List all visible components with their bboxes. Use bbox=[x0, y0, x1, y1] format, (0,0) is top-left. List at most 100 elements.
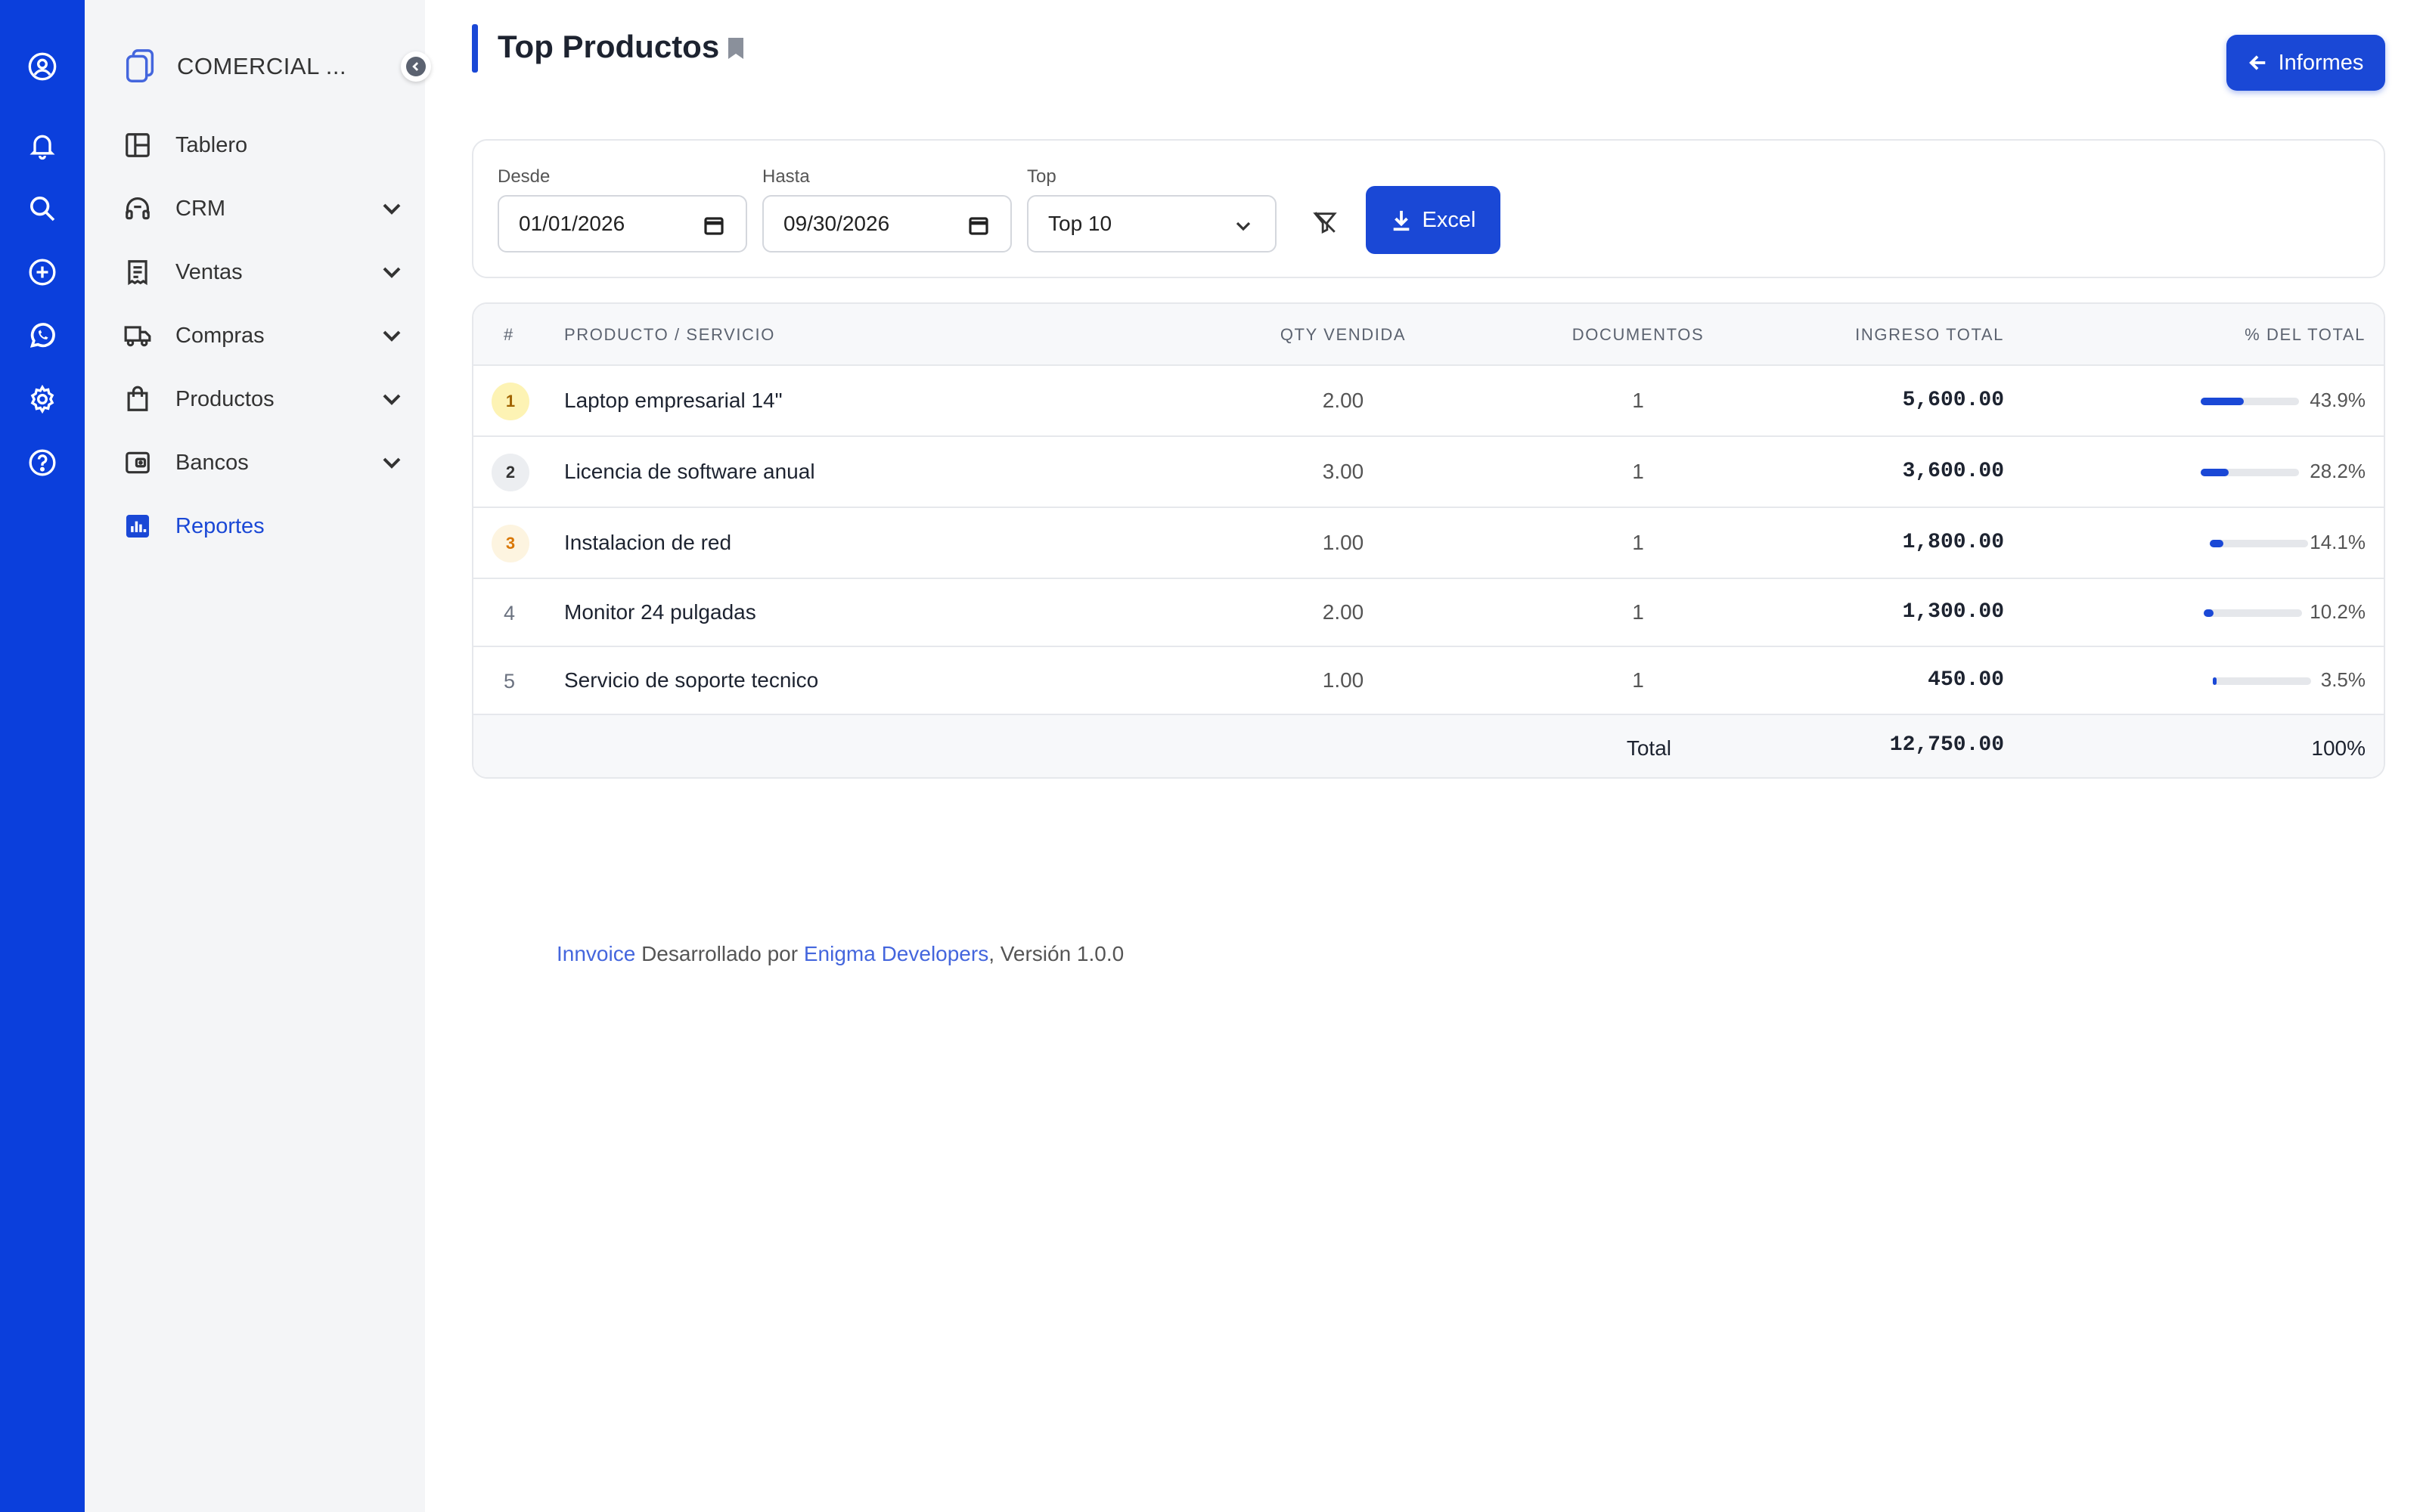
bell-icon[interactable] bbox=[23, 125, 62, 165]
sidebar-item-label: Productos bbox=[175, 386, 275, 411]
desde-label: Desde bbox=[498, 166, 551, 187]
dashboard-icon bbox=[123, 130, 153, 160]
brand-link[interactable]: Innvoice bbox=[557, 942, 635, 965]
shopping-bag-icon bbox=[123, 384, 153, 414]
pct-bar-fill bbox=[2204, 609, 2214, 617]
version-text: , Versión 1.0.0 bbox=[988, 942, 1125, 965]
top-select[interactable]: Top 10 bbox=[1027, 195, 1277, 253]
total-label: Total bbox=[1626, 736, 1671, 760]
whatsapp-icon[interactable] bbox=[23, 316, 62, 355]
gear-icon[interactable] bbox=[23, 380, 62, 419]
developer-link[interactable]: Enigma Developers bbox=[804, 942, 988, 965]
rank-badge: 2 bbox=[492, 454, 529, 491]
chevron-down-icon bbox=[383, 394, 401, 405]
back-to-informes-button[interactable]: Informes bbox=[2226, 35, 2385, 91]
rank-number: 4 bbox=[504, 602, 516, 624]
col-product: PRODUCTO / SERVICIO bbox=[564, 325, 775, 344]
product-name: Licencia de software anual bbox=[564, 460, 815, 483]
footer-text: Desarrollado por bbox=[635, 942, 804, 965]
pct-bar-fill bbox=[2210, 540, 2224, 547]
chevron-down-icon bbox=[1236, 222, 1251, 231]
table-row[interactable]: 1 Laptop empresarial 14" 2.00 1 5,600.00… bbox=[473, 366, 2384, 437]
top-value: Top 10 bbox=[1048, 212, 1112, 235]
table-header-row: # PRODUCTO / SERVICIO QTY VENDIDA DOCUME… bbox=[473, 304, 2384, 366]
pct-bar bbox=[2204, 609, 2302, 617]
arrow-left-icon bbox=[2248, 55, 2265, 70]
back-button-label: Informes bbox=[2278, 50, 2364, 75]
wallet-icon bbox=[123, 448, 153, 478]
user-profile-icon[interactable] bbox=[23, 47, 62, 86]
ingreso-value: 1,800.00 bbox=[1902, 531, 2004, 554]
pct-value: 28.2% bbox=[2310, 460, 2366, 482]
rank-number: 5 bbox=[504, 670, 516, 692]
truck-icon bbox=[123, 321, 153, 351]
sidebar-item-label: Ventas bbox=[175, 259, 243, 284]
clear-filter-button[interactable] bbox=[1308, 206, 1342, 239]
excel-label: Excel bbox=[1422, 207, 1476, 232]
table-row[interactable]: 3 Instalacion de red 1.00 1 1,800.00 14.… bbox=[473, 508, 2384, 579]
sidebar-item-reportes[interactable]: Reportes bbox=[123, 503, 402, 549]
sidebar-item-productos[interactable]: Productos bbox=[123, 376, 402, 422]
top-label: Top bbox=[1027, 166, 1056, 187]
icon-rail bbox=[0, 0, 85, 1512]
chevron-down-icon bbox=[383, 330, 401, 342]
docs-value: 1 bbox=[1632, 668, 1644, 692]
pct-bar bbox=[2201, 398, 2299, 405]
product-name: Laptop empresarial 14" bbox=[564, 389, 783, 412]
qty-value: 2.00 bbox=[1322, 600, 1364, 624]
sidebar-item-compras[interactable]: Compras bbox=[123, 313, 402, 358]
pct-bar-fill bbox=[2201, 398, 2245, 405]
copy-documents-icon bbox=[126, 49, 154, 82]
pct-bar-fill bbox=[2201, 469, 2229, 476]
desde-date-input[interactable]: 01/01/2026 bbox=[498, 195, 747, 253]
hasta-date-input[interactable]: 09/30/2026 bbox=[762, 195, 1012, 253]
sidebar-item-label: CRM bbox=[175, 196, 226, 221]
sidebar: COMERCIAL ... Tablero CRM Ventas Compras… bbox=[85, 0, 431, 1512]
sidebar-item-crm[interactable]: CRM bbox=[123, 186, 402, 231]
sidebar-item-ventas[interactable]: Ventas bbox=[123, 249, 402, 295]
export-excel-button[interactable]: Excel bbox=[1366, 186, 1500, 254]
pct-bar bbox=[2201, 469, 2299, 476]
total-ingreso: 12,750.00 bbox=[1889, 733, 2004, 757]
calendar-icon[interactable] bbox=[968, 215, 989, 236]
pct-bar-fill bbox=[2213, 677, 2217, 685]
search-icon[interactable] bbox=[23, 189, 62, 228]
ingreso-value: 450.00 bbox=[1928, 668, 2004, 692]
sidebar-item-bancos[interactable]: Bancos bbox=[123, 440, 402, 485]
col-qty: QTY VENDIDA bbox=[1280, 325, 1407, 344]
pct-bar bbox=[2213, 677, 2311, 685]
chevron-down-icon bbox=[383, 457, 401, 469]
docs-value: 1 bbox=[1632, 389, 1644, 412]
table-row[interactable]: 4 Monitor 24 pulgadas 2.00 1 1,300.00 10… bbox=[473, 579, 2384, 647]
pct-bar bbox=[2210, 540, 2308, 547]
sidebar-item-label: Tablero bbox=[175, 132, 248, 157]
sidebar-item-label: Bancos bbox=[175, 450, 249, 475]
sidebar-item-label: Compras bbox=[175, 323, 265, 348]
pct-value: 43.9% bbox=[2310, 389, 2366, 411]
page-title: Top Productos bbox=[498, 29, 720, 64]
ingreso-value: 3,600.00 bbox=[1902, 460, 2004, 483]
ingreso-value: 5,600.00 bbox=[1902, 389, 2004, 412]
receipt-icon bbox=[123, 257, 153, 287]
calendar-icon[interactable] bbox=[703, 215, 724, 236]
download-icon bbox=[1393, 210, 1409, 231]
company-selector[interactable]: COMERCIAL ... bbox=[124, 45, 430, 88]
pct-value: 10.2% bbox=[2310, 600, 2366, 623]
filter-panel: Desde 01/01/2026 Hasta 09/30/2026 Top To… bbox=[472, 139, 2385, 278]
col-rank: # bbox=[504, 325, 514, 344]
sidebar-collapse-button[interactable] bbox=[401, 51, 431, 82]
rank-badge: 3 bbox=[492, 525, 529, 562]
docs-value: 1 bbox=[1632, 460, 1644, 483]
help-icon[interactable] bbox=[23, 443, 62, 482]
table-row[interactable]: 2 Licencia de software anual 3.00 1 3,60… bbox=[473, 437, 2384, 508]
product-name: Instalacion de red bbox=[564, 531, 732, 554]
bookmark-icon[interactable] bbox=[726, 36, 746, 60]
add-circle-icon[interactable] bbox=[23, 253, 62, 292]
bar-chart-icon bbox=[123, 511, 153, 541]
sidebar-item-tablero[interactable]: Tablero bbox=[123, 122, 402, 168]
table-row[interactable]: 5 Servicio de soporte tecnico 1.00 1 450… bbox=[473, 647, 2384, 715]
total-pct: 100% bbox=[2311, 736, 2366, 760]
hasta-label: Hasta bbox=[762, 166, 810, 187]
headset-icon bbox=[123, 194, 153, 224]
docs-value: 1 bbox=[1632, 600, 1644, 624]
